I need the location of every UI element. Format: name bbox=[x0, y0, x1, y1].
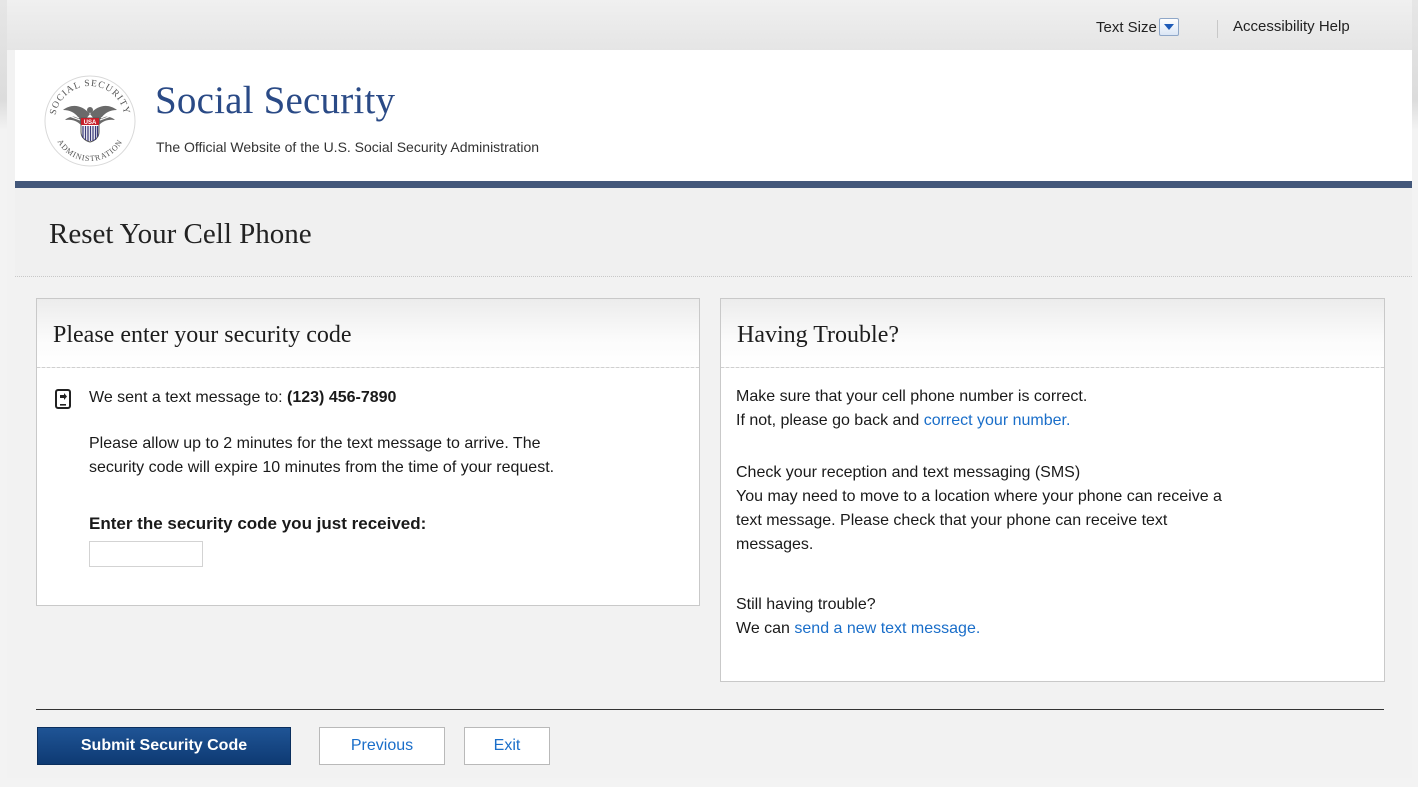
accessibility-help-link[interactable]: Accessibility Help bbox=[1233, 18, 1350, 35]
exit-button[interactable]: Exit bbox=[464, 727, 550, 765]
mobile-phone-icon bbox=[55, 389, 71, 409]
check-number-line-1: Make sure that your cell phone number is… bbox=[736, 388, 1088, 405]
page-title-band: Reset Your Cell Phone bbox=[15, 188, 1412, 277]
chevron-down-icon[interactable] bbox=[1158, 18, 1179, 36]
send-new-text-link[interactable]: send a new text message bbox=[794, 620, 975, 637]
check-number-paragraph: Make sure that your cell phone number is… bbox=[736, 385, 1376, 433]
trouble-heading: Having Trouble? bbox=[737, 322, 899, 348]
utility-bar: Text Size Accessibility Help bbox=[7, 0, 1412, 50]
previous-button[interactable]: Previous bbox=[319, 727, 445, 765]
reception-line-1: Check your reception and text messaging … bbox=[736, 464, 1081, 481]
seal-shield-text: USA bbox=[84, 120, 97, 126]
go-back-prefix: If not, please go back and bbox=[736, 412, 924, 429]
still-trouble-paragraph: Still having trouble? We can send a new … bbox=[736, 593, 1376, 641]
reception-paragraph: Check your reception and text messaging … bbox=[736, 461, 1376, 557]
reception-line-2: You may need to move to a location where… bbox=[736, 488, 1222, 505]
text-size-label: Text Size bbox=[1096, 18, 1157, 36]
security-code-label: Enter the security code you just receive… bbox=[89, 514, 427, 533]
security-code-panel: Please enter your security code We sent … bbox=[36, 298, 700, 606]
security-code-panel-header: Please enter your security code bbox=[37, 299, 699, 368]
reception-line-4: messages. bbox=[736, 536, 814, 553]
header-divider bbox=[15, 181, 1412, 188]
we-can-prefix: We can bbox=[736, 620, 795, 637]
sent-prefix: We sent a text message to: bbox=[89, 389, 283, 406]
actions-divider bbox=[36, 709, 1384, 710]
trouble-panel: Having Trouble? Make sure that your cell… bbox=[720, 298, 1385, 682]
allow-line-2: security code will expire 10 minutes fro… bbox=[89, 459, 555, 476]
reception-line-3: text message. Please check that your pho… bbox=[736, 512, 1168, 529]
phone-number: (123) 456-7890 bbox=[287, 389, 397, 406]
submit-security-code-button[interactable]: Submit Security Code bbox=[37, 727, 291, 765]
security-code-heading: Please enter your security code bbox=[53, 322, 352, 348]
allow-line-1: Please allow up to 2 minutes for the tex… bbox=[89, 435, 541, 452]
site-subtitle: The Official Website of the U.S. Social … bbox=[156, 139, 540, 155]
still-trouble-line-2: We can send a new text message. bbox=[736, 617, 1376, 641]
utility-divider bbox=[1217, 20, 1218, 38]
text-size-control[interactable]: Text Size bbox=[1096, 18, 1179, 36]
check-number-line-2: If not, please go back and correct your … bbox=[736, 409, 1376, 433]
allow-time-text: Please allow up to 2 minutes for the tex… bbox=[89, 432, 689, 480]
site-title[interactable]: Social Security bbox=[155, 78, 395, 123]
correct-number-link[interactable]: correct your number bbox=[924, 412, 1066, 429]
trouble-panel-header: Having Trouble? bbox=[721, 299, 1384, 368]
security-code-input[interactable] bbox=[89, 541, 203, 567]
sent-message-line: We sent a text message to: (123) 456-789… bbox=[89, 386, 396, 410]
page-frame: Text Size Accessibility Help SOCIAL SECU… bbox=[7, 0, 1412, 778]
correct-number-period: . bbox=[1065, 412, 1071, 429]
page-title: Reset Your Cell Phone bbox=[49, 218, 312, 250]
still-trouble-line-1: Still having trouble? bbox=[736, 596, 876, 613]
ssa-seal-icon[interactable]: SOCIAL SECURITY ADMINISTRATION USA bbox=[43, 74, 137, 168]
site-header: SOCIAL SECURITY ADMINISTRATION USA Socia… bbox=[15, 50, 1412, 181]
send-new-text-period: . bbox=[975, 620, 981, 637]
